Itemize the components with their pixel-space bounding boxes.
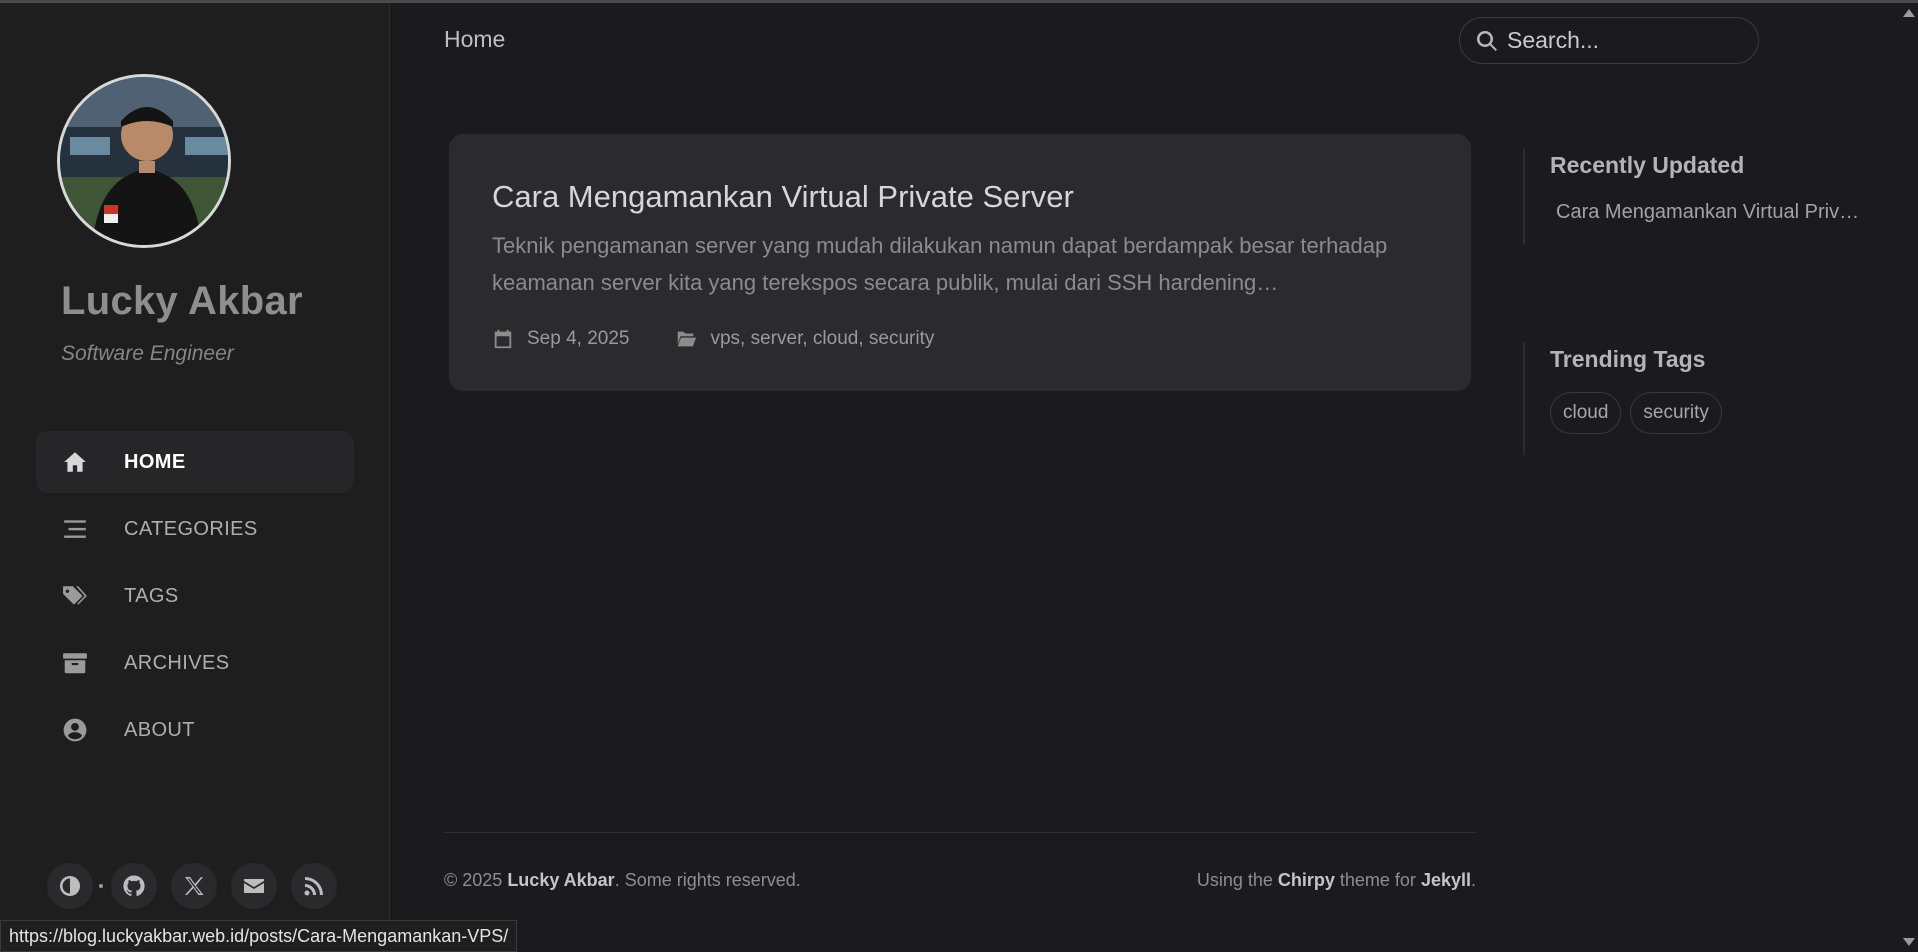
sidebar-bottom	[47, 863, 351, 909]
x-twitter-icon	[185, 877, 204, 895]
post-date: Sep 4, 2025	[527, 328, 630, 349]
sidebar-item-categories[interactable]: CATEGORIES	[36, 498, 354, 560]
calendar-icon	[494, 329, 512, 349]
theme-mid-text: theme for	[1334, 870, 1421, 890]
post-meta: Sep 4, 2025 vps, server, cloud, security	[492, 328, 934, 350]
footer-divider	[444, 832, 1476, 833]
sidebar-item-label: ARCHIVES	[124, 651, 230, 674]
tags-icon	[61, 582, 89, 610]
sidebar-item-archives[interactable]: ARCHIVES	[36, 632, 354, 694]
avatar[interactable]	[57, 74, 231, 248]
sidebar: Lucky Akbar Software Engineer HOME CATEG…	[0, 3, 390, 952]
footer-copyright: © 2025 Lucky Akbar. Some rights reserved…	[444, 870, 801, 891]
avatar-image	[60, 77, 228, 245]
email-button[interactable]	[231, 863, 277, 909]
sidebar-nav: HOME CATEGORIES TAGS ARCHIVES ABOUT	[36, 431, 354, 766]
tag-cloud[interactable]: cloud	[1550, 392, 1622, 434]
rights-text: . Some rights reserved.	[614, 870, 801, 890]
email-icon	[244, 879, 264, 893]
panel-title: Trending Tags	[1550, 346, 1706, 372]
post-card[interactable]: Cara Mengamankan Virtual Private Server …	[449, 134, 1471, 391]
x-twitter-button[interactable]	[171, 863, 217, 909]
sidebar-item-about[interactable]: ABOUT	[36, 699, 354, 761]
trending-tags-panel: Trending Tags cloud security	[1523, 342, 1883, 455]
post-categories: vps, server, cloud, security	[710, 328, 935, 349]
tag-security[interactable]: security	[1630, 392, 1722, 434]
credits-end: .	[1470, 870, 1476, 890]
theme-toggle-button[interactable]	[47, 863, 93, 909]
archive-icon	[61, 649, 89, 677]
using-prefix: Using the	[1196, 870, 1278, 890]
breadcrumb: Home	[444, 26, 506, 52]
search-icon	[1476, 30, 1497, 51]
github-button[interactable]	[111, 863, 157, 909]
home-icon	[61, 448, 89, 476]
recent-post-link[interactable]: Cara Mengamankan Virtual Priv…	[1556, 201, 1883, 224]
tag-list: cloud security	[1550, 392, 1883, 434]
sidebar-item-home[interactable]: HOME	[36, 431, 354, 493]
sidebar-item-label: ABOUT	[124, 718, 195, 741]
recently-updated-panel: Recently Updated Cara Mengamankan Virtua…	[1523, 148, 1883, 245]
theme-toggle-icon	[60, 876, 81, 896]
scroll-up-icon[interactable]	[1903, 9, 1915, 17]
panel-title: Recently Updated	[1550, 152, 1745, 178]
scrollbar[interactable]	[1898, 3, 1918, 952]
user-circle-icon	[61, 716, 89, 744]
sidebar-item-label: HOME	[124, 450, 186, 473]
chirpy-link[interactable]: Chirpy	[1278, 870, 1335, 890]
site-subtitle: Software Engineer	[61, 342, 234, 365]
copyright-prefix: © 2025	[444, 870, 508, 890]
sidebar-item-tags[interactable]: TAGS	[36, 565, 354, 627]
search-box[interactable]	[1459, 17, 1759, 64]
site-title[interactable]: Lucky Akbar	[61, 279, 303, 324]
sidebar-item-label: TAGS	[124, 584, 179, 607]
scroll-down-icon[interactable]	[1903, 938, 1915, 946]
jekyll-link[interactable]: Jekyll	[1421, 870, 1471, 890]
sidebar-item-label: CATEGORIES	[124, 517, 258, 540]
rss-icon	[304, 877, 323, 896]
github-icon	[123, 875, 145, 897]
post-title[interactable]: Cara Mengamankan Virtual Private Server	[492, 179, 1074, 215]
status-bar-url: https://blog.luckyakbar.web.id/posts/Car…	[0, 920, 518, 952]
folder-open-icon	[677, 331, 697, 347]
rss-button[interactable]	[291, 863, 337, 909]
footer-credits: Using the Chirpy theme for Jekyll.	[1197, 870, 1476, 891]
post-excerpt: Teknik pengamanan server yang mudah dila…	[492, 233, 1388, 295]
footer-owner-link[interactable]: Lucky Akbar	[507, 870, 614, 890]
separator-dot	[99, 884, 103, 888]
stream-icon	[61, 515, 89, 543]
search-input[interactable]	[1507, 27, 1747, 54]
